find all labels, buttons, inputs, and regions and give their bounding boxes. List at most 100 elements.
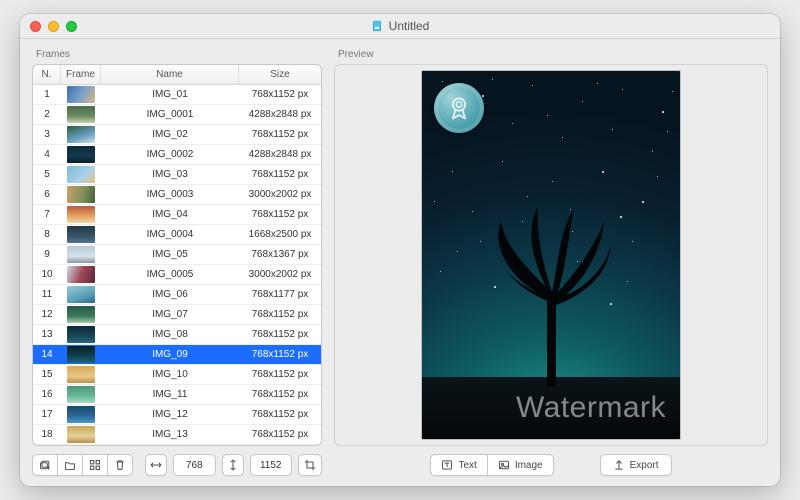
table-row[interactable]: 2IMG_00014288x2848 px: [33, 105, 321, 125]
col-n[interactable]: N.: [33, 65, 61, 84]
width-field[interactable]: 768: [173, 454, 216, 476]
cell-n: 9: [33, 249, 61, 260]
col-frame[interactable]: Frame: [61, 65, 101, 84]
table-row[interactable]: 6IMG_00033000x2002 px: [33, 185, 321, 205]
col-name[interactable]: Name: [101, 65, 239, 84]
cell-size: 3000x2002 px: [239, 189, 321, 200]
cell-n: 14: [33, 349, 61, 360]
cell-name: IMG_0001: [101, 109, 239, 120]
cell-thumb: [61, 226, 101, 243]
cell-n: 1: [33, 89, 61, 100]
table-row[interactable]: 10IMG_00053000x2002 px: [33, 265, 321, 285]
cell-thumb: [61, 186, 101, 203]
table-row[interactable]: 16IMG_11768x1152 px: [33, 385, 321, 405]
cell-n: 8: [33, 229, 61, 240]
cell-thumb: [61, 366, 101, 383]
app-window: Untitled Frames N. Frame Name Size 1IMG_…: [20, 14, 780, 486]
cell-name: IMG_02: [101, 129, 239, 140]
table-row[interactable]: 17IMG_12768x1152 px: [33, 405, 321, 425]
cell-thumb: [61, 326, 101, 343]
cell-size: 768x1152 px: [239, 389, 321, 400]
cell-name: IMG_0002: [101, 149, 239, 160]
cell-size: 768x1177 px: [239, 289, 321, 300]
cell-n: 15: [33, 369, 61, 380]
folder-icon: [64, 459, 76, 471]
preview-area[interactable]: Watermark: [334, 64, 768, 446]
cell-n: 2: [33, 109, 61, 120]
cell-size: 1668x2500 px: [239, 229, 321, 240]
cell-name: IMG_05: [101, 249, 239, 260]
cell-name: IMG_0003: [101, 189, 239, 200]
cell-n: 5: [33, 169, 61, 180]
table-row[interactable]: 8IMG_00041668x2500 px: [33, 225, 321, 245]
table-row[interactable]: 5 IMG_03768x1152 px: [33, 165, 321, 185]
cell-n: 16: [33, 389, 61, 400]
cell-thumb: [61, 126, 101, 143]
cell-thumb: [61, 106, 101, 123]
add-frames-button[interactable]: [32, 454, 58, 476]
cell-size: 3000x2002 px: [239, 269, 321, 280]
delete-button[interactable]: [107, 454, 133, 476]
award-badge-icon: [434, 83, 484, 133]
table-row[interactable]: 11 IMG_06768x1177 px: [33, 285, 321, 305]
cell-name: IMG_13: [101, 429, 239, 440]
add-text-watermark-button[interactable]: Text: [430, 454, 487, 476]
frames-panel-label: Frames: [32, 47, 322, 64]
cell-thumb: [61, 246, 101, 263]
export-icon: [613, 459, 625, 471]
height-mode-button[interactable]: [222, 454, 244, 476]
cell-size: 768x1152 px: [239, 349, 321, 360]
crop-button[interactable]: [298, 454, 322, 476]
table-row[interactable]: 15IMG_10768x1152 px: [33, 365, 321, 385]
table-row[interactable]: 4IMG_00024288x2848 px: [33, 145, 321, 165]
crop-icon: [304, 459, 316, 471]
cell-name: IMG_10: [101, 369, 239, 380]
cell-name: IMG_04: [101, 209, 239, 220]
export-button[interactable]: Export: [600, 454, 672, 476]
cell-thumb: [61, 346, 101, 363]
table-row[interactable]: 3IMG_02768x1152 px: [33, 125, 321, 145]
height-field[interactable]: 1152: [250, 454, 293, 476]
table-row[interactable]: 1 IMG_01768x1152 px: [33, 85, 321, 105]
image-icon: [498, 459, 510, 471]
table-row[interactable]: 12IMG_07768x1152 px: [33, 305, 321, 325]
table-row[interactable]: 18IMG_13768x1152 px: [33, 425, 321, 445]
cell-name: IMG_03: [101, 169, 239, 180]
cell-thumb: [61, 426, 101, 443]
tree-silhouette: [476, 197, 626, 387]
cell-thumb: [61, 266, 101, 283]
text-button-label: Text: [458, 460, 476, 471]
cell-size: 768x1152 px: [239, 169, 321, 180]
cell-size: 768x1152 px: [239, 409, 321, 420]
frames-toolbar: 768 1152: [32, 446, 322, 476]
table-row[interactable]: 9 IMG_05768x1367 px: [33, 245, 321, 265]
frames-table[interactable]: N. Frame Name Size 1IMG_01768x1152 px2IM…: [32, 64, 322, 446]
cell-name: IMG_01: [101, 89, 239, 100]
preview-image: Watermark: [421, 70, 681, 440]
cell-thumb: [61, 306, 101, 323]
cell-thumb: [61, 146, 101, 163]
cell-size: 768x1367 px: [239, 249, 321, 260]
cell-size: 768x1152 px: [239, 89, 321, 100]
cell-thumb: [61, 166, 101, 183]
text-icon: [441, 459, 453, 471]
col-size[interactable]: Size: [239, 65, 321, 84]
table-row[interactable]: 14IMG_09768x1152 px: [33, 345, 321, 365]
cell-n: 11: [33, 289, 61, 300]
add-image-watermark-button[interactable]: Image: [487, 454, 554, 476]
cell-size: 768x1152 px: [239, 309, 321, 320]
cell-name: IMG_07: [101, 309, 239, 320]
cell-size: 768x1152 px: [239, 129, 321, 140]
grid-view-button[interactable]: [82, 454, 108, 476]
preview-toolbar: Text Image Export: [334, 446, 768, 476]
width-mode-button[interactable]: [145, 454, 167, 476]
cell-n: 18: [33, 429, 61, 440]
open-folder-button[interactable]: [57, 454, 83, 476]
cell-name: IMG_06: [101, 289, 239, 300]
table-row[interactable]: 7IMG_04768x1152 px: [33, 205, 321, 225]
cell-n: 10: [33, 269, 61, 280]
table-row[interactable]: 13IMG_08768x1152 px: [33, 325, 321, 345]
cell-n: 4: [33, 149, 61, 160]
grid-icon: [89, 459, 101, 471]
cell-thumb: [61, 206, 101, 223]
